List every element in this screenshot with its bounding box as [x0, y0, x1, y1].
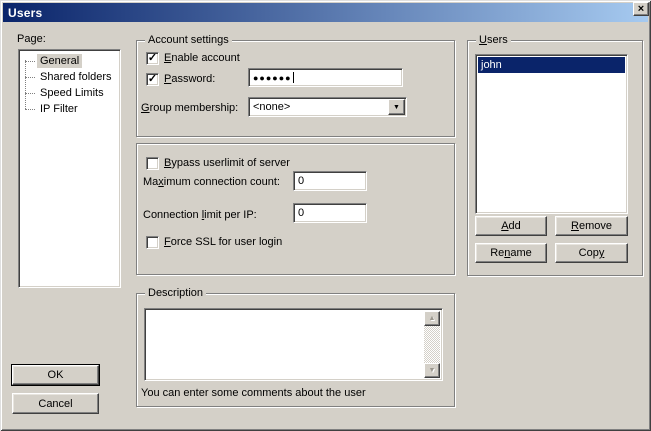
close-button[interactable]: × — [633, 2, 649, 16]
tree-item-label: IP Filter — [37, 102, 81, 116]
tree-branch-icon — [25, 61, 35, 62]
scroll-up-button[interactable]: ▲ — [424, 311, 440, 326]
page-label: Page: — [17, 33, 46, 46]
scroll-down-button[interactable]: ▼ — [424, 363, 440, 378]
bypass-userlimit-label: Bypass userlimit of server — [164, 157, 290, 170]
ok-button[interactable]: OK — [12, 365, 99, 385]
tree-item-label: Speed Limits — [37, 86, 107, 100]
tree-item-general[interactable]: General — [19, 53, 120, 69]
ok-button-label: OK — [48, 369, 64, 381]
enable-account-checkbox[interactable]: ✓ — [146, 52, 159, 65]
bypass-userlimit-checkbox[interactable] — [146, 157, 159, 170]
max-connection-count-value: 0 — [298, 175, 304, 187]
vertical-scrollbar[interactable]: ▲ ▼ — [424, 311, 440, 378]
max-connection-count-label: Maximum connection count: — [143, 176, 280, 189]
force-ssl-checkbox[interactable] — [146, 236, 159, 249]
users-group-title: Users — [476, 34, 511, 47]
connection-limit-per-ip-input[interactable]: 0 — [293, 203, 367, 223]
description-hint: You can enter some comments about the us… — [141, 387, 366, 400]
group-membership-value: <none> — [253, 101, 290, 113]
force-ssl-label: Force SSL for user login — [164, 236, 282, 249]
password-label: Password: — [164, 73, 215, 86]
title-bar[interactable]: Users — [3, 3, 648, 22]
checkmark-icon: ✓ — [148, 54, 157, 63]
password-checkbox[interactable]: ✓ — [146, 73, 159, 86]
close-icon: × — [638, 4, 644, 14]
checkmark-icon: ✓ — [148, 75, 157, 84]
tree-item-label: General — [37, 54, 82, 68]
cancel-button[interactable]: Cancel — [12, 393, 99, 414]
group-membership-label: Group membership: — [141, 102, 238, 115]
copy-button-label: Copy — [579, 247, 605, 259]
description-textarea[interactable]: ▲ ▼ — [144, 308, 443, 381]
tree-item-speed-limits[interactable]: Speed Limits — [19, 85, 120, 101]
page-tree[interactable]: General Shared folders Speed Limits IP F… — [18, 49, 121, 288]
rename-button-label: Rename — [490, 247, 532, 259]
connection-limit-per-ip-label: Connection limit per IP: — [143, 209, 257, 222]
dropdown-button[interactable]: ▼ — [388, 99, 405, 115]
group-membership-select[interactable]: <none> ▼ — [248, 97, 407, 117]
user-name: john — [481, 59, 502, 71]
users-listbox[interactable]: john — [475, 54, 628, 214]
tree-item-label: Shared folders — [37, 70, 115, 84]
copy-user-button[interactable]: Copy — [555, 243, 628, 263]
text-cursor — [293, 72, 294, 83]
cancel-button-label: Cancel — [38, 398, 72, 410]
password-masked-value: ●●●●●● — [253, 73, 292, 83]
connection-limit-per-ip-value: 0 — [298, 207, 304, 219]
tree-item-shared-folders[interactable]: Shared folders — [19, 69, 120, 85]
rename-user-button[interactable]: Rename — [475, 243, 547, 263]
window-title: Users — [8, 6, 42, 20]
chevron-down-icon: ▼ — [393, 104, 400, 111]
tree-branch-icon — [25, 93, 35, 94]
max-connection-count-input[interactable]: 0 — [293, 171, 367, 191]
tree-branch-icon — [25, 109, 35, 110]
remove-user-button[interactable]: Remove — [555, 216, 628, 236]
add-button-label: Add — [501, 220, 521, 232]
scroll-down-icon: ▼ — [429, 367, 436, 374]
scroll-up-icon: ▲ — [429, 315, 436, 322]
account-settings-title: Account settings — [145, 34, 232, 47]
tree-item-ip-filter[interactable]: IP Filter — [19, 101, 120, 117]
tree-branch-icon — [25, 77, 35, 78]
user-list-item[interactable]: john — [478, 57, 625, 73]
description-title: Description — [145, 287, 206, 300]
password-input[interactable]: ●●●●●● — [248, 68, 403, 87]
scrollbar-track[interactable] — [424, 326, 440, 363]
enable-account-label: Enable account — [164, 52, 240, 65]
remove-button-label: Remove — [571, 220, 612, 232]
add-user-button[interactable]: Add — [475, 216, 547, 236]
users-dialog: Users × Page: General Shared folders Spe… — [0, 0, 651, 431]
